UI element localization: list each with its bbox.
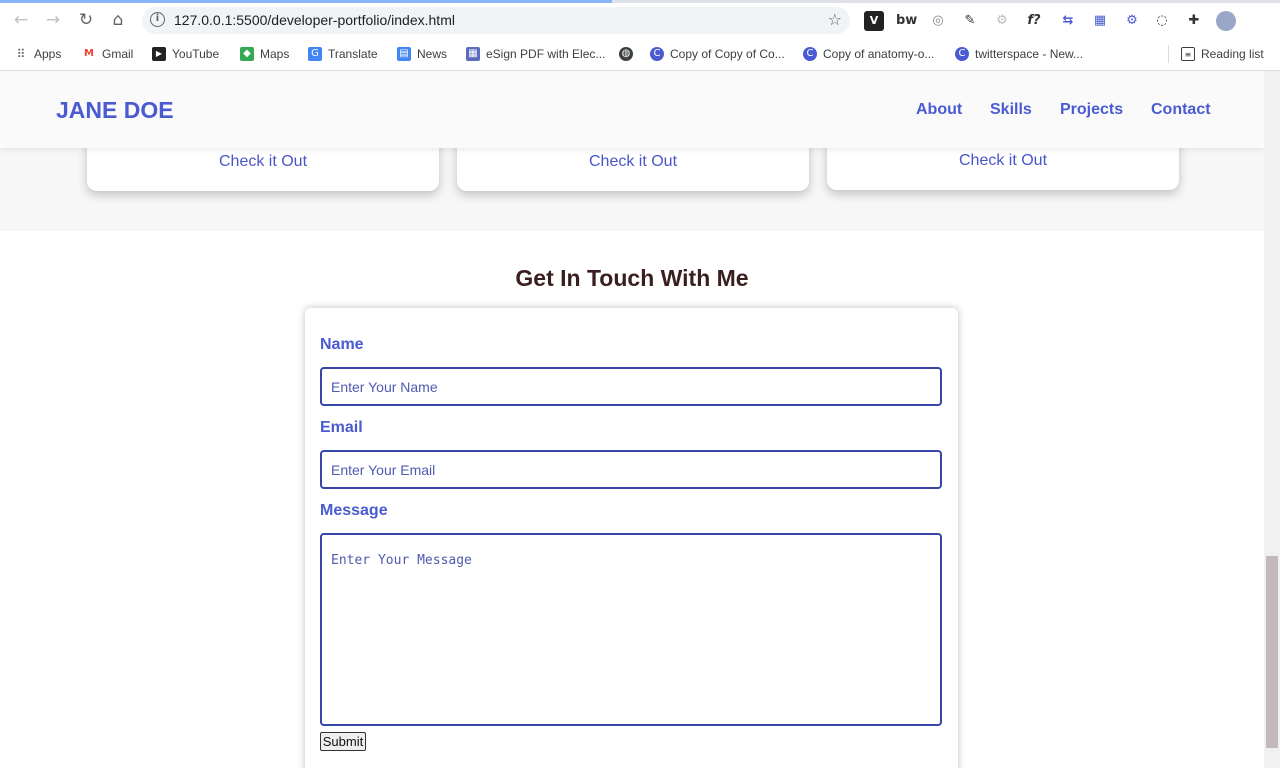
extension-7-icon[interactable]: ⇆ [1058, 11, 1078, 31]
home-icon[interactable]: ⌂ [107, 9, 129, 31]
bookmark-separator [1168, 45, 1169, 63]
bookmark-maps[interactable]: ◆ Maps [240, 45, 289, 63]
forward-icon[interactable]: → [42, 9, 64, 31]
translate-icon: G [308, 47, 322, 61]
extension-5-icon[interactable]: ⚙ [992, 11, 1012, 31]
contact-form: Name Email Message Submit [305, 308, 958, 768]
bookmark-youtube[interactable]: ▶ YouTube [152, 45, 219, 63]
project-check-it-out-link[interactable]: Check it Out [87, 153, 439, 171]
gmail-icon: M [82, 47, 96, 61]
bookmark-label: Translate [328, 47, 378, 61]
extensions-puzzle-icon[interactable]: ✚ [1184, 11, 1204, 31]
page-scrollbar[interactable] [1264, 71, 1280, 768]
bookmark-label: Gmail [102, 47, 134, 61]
submit-button[interactable]: Submit [320, 732, 366, 751]
bookmark-label: News [417, 47, 448, 61]
extension-bw-icon[interactable]: bw [896, 11, 917, 31]
nav-about[interactable]: About [916, 101, 962, 119]
back-icon[interactable]: ← [10, 9, 32, 31]
project-check-it-out-link[interactable]: Check it Out [827, 152, 1179, 170]
site-navbar: JANE DOE About Skills Projects Contact [0, 71, 1264, 148]
reading-list-icon: ≡ [1181, 47, 1195, 61]
bookmark-label: eSign PDF with Elec... [486, 47, 606, 61]
bookmark-translate[interactable]: G Translate [308, 45, 378, 63]
esign-icon: ▦ [466, 47, 480, 61]
name-input[interactable] [320, 367, 942, 406]
bookmark-globe[interactable]: ◍ [619, 45, 633, 63]
globe-icon: ◍ [619, 47, 633, 61]
doc-c-icon: C [955, 47, 969, 61]
bookmark-label: Maps [260, 47, 290, 61]
bookmark-apps[interactable]: ⠿ Apps [14, 45, 61, 63]
address-bar[interactable]: i 127.0.0.1:5500/developer-portfolio/ind… [142, 7, 850, 34]
extension-4-icon[interactable]: ✎ [960, 11, 980, 31]
maps-icon: ◆ [240, 47, 254, 61]
bookmark-label: Copy of Copy of Co... [670, 47, 785, 61]
doc-c-icon: C [803, 47, 817, 61]
bookmark-news[interactable]: ▤ News [397, 45, 447, 63]
bookmark-label: YouTube [172, 47, 220, 61]
nav-projects[interactable]: Projects [1060, 101, 1123, 119]
bookmark-label: Apps [34, 47, 62, 61]
bookmark-label: twitterspace - New... [975, 47, 1084, 61]
bookmark-twitterspace[interactable]: C twitterspace - New... [955, 45, 1083, 63]
youtube-icon: ▶ [152, 47, 166, 61]
bookmark-label: Copy of anatomy-o... [823, 47, 935, 61]
page-viewport: Check it Out Check it Out Check it Out J… [0, 71, 1264, 768]
bookmark-copy-anatomy[interactable]: C Copy of anatomy-o... [803, 45, 934, 63]
extension-9-icon[interactable]: ⚙ [1122, 11, 1142, 31]
bookmark-copy-copy[interactable]: C Copy of Copy of Co... [650, 45, 785, 63]
bookmark-esign[interactable]: ▦ eSign PDF with Elec... [466, 45, 605, 63]
email-label: Email [320, 419, 363, 436]
reload-icon[interactable]: ↻ [75, 9, 97, 31]
extension-f-icon[interactable]: f? [1024, 11, 1044, 31]
extension-10-icon[interactable]: ◌ [1152, 11, 1172, 31]
nav-contact[interactable]: Contact [1151, 101, 1211, 119]
site-brand[interactable]: JANE DOE [56, 97, 174, 124]
extension-8-icon[interactable]: ▦ [1090, 11, 1110, 31]
reading-list-label: Reading list [1201, 47, 1264, 61]
message-label: Message [320, 502, 388, 519]
name-label: Name [320, 336, 364, 353]
extension-1-icon[interactable]: V [864, 11, 884, 31]
email-input[interactable] [320, 450, 942, 489]
site-info-icon[interactable]: i [150, 12, 165, 27]
reading-list[interactable]: ≡ Reading list [1181, 45, 1264, 63]
browser-toolbar: ← → ↻ ⌂ i 127.0.0.1:5500/developer-portf… [0, 3, 1280, 37]
address-url[interactable]: 127.0.0.1:5500/developer-portfolio/index… [174, 12, 455, 28]
bookmarks-bar: ⠿ Apps M Gmail ▶ YouTube ◆ Maps G Transl… [0, 37, 1280, 71]
bookmark-gmail[interactable]: M Gmail [82, 45, 133, 63]
profile-avatar-icon[interactable] [1216, 11, 1236, 31]
contact-title: Get In Touch With Me [515, 265, 749, 291]
bookmark-star-icon[interactable]: ☆ [828, 10, 842, 29]
doc-c-icon: C [650, 47, 664, 61]
scrollbar-thumb[interactable] [1266, 556, 1278, 748]
apps-grid-icon: ⠿ [14, 47, 28, 61]
project-check-it-out-link[interactable]: Check it Out [457, 153, 809, 171]
news-icon: ▤ [397, 47, 411, 61]
message-textarea[interactable] [320, 533, 942, 726]
extension-3-icon[interactable]: ◎ [928, 11, 948, 31]
nav-skills[interactable]: Skills [990, 101, 1032, 119]
